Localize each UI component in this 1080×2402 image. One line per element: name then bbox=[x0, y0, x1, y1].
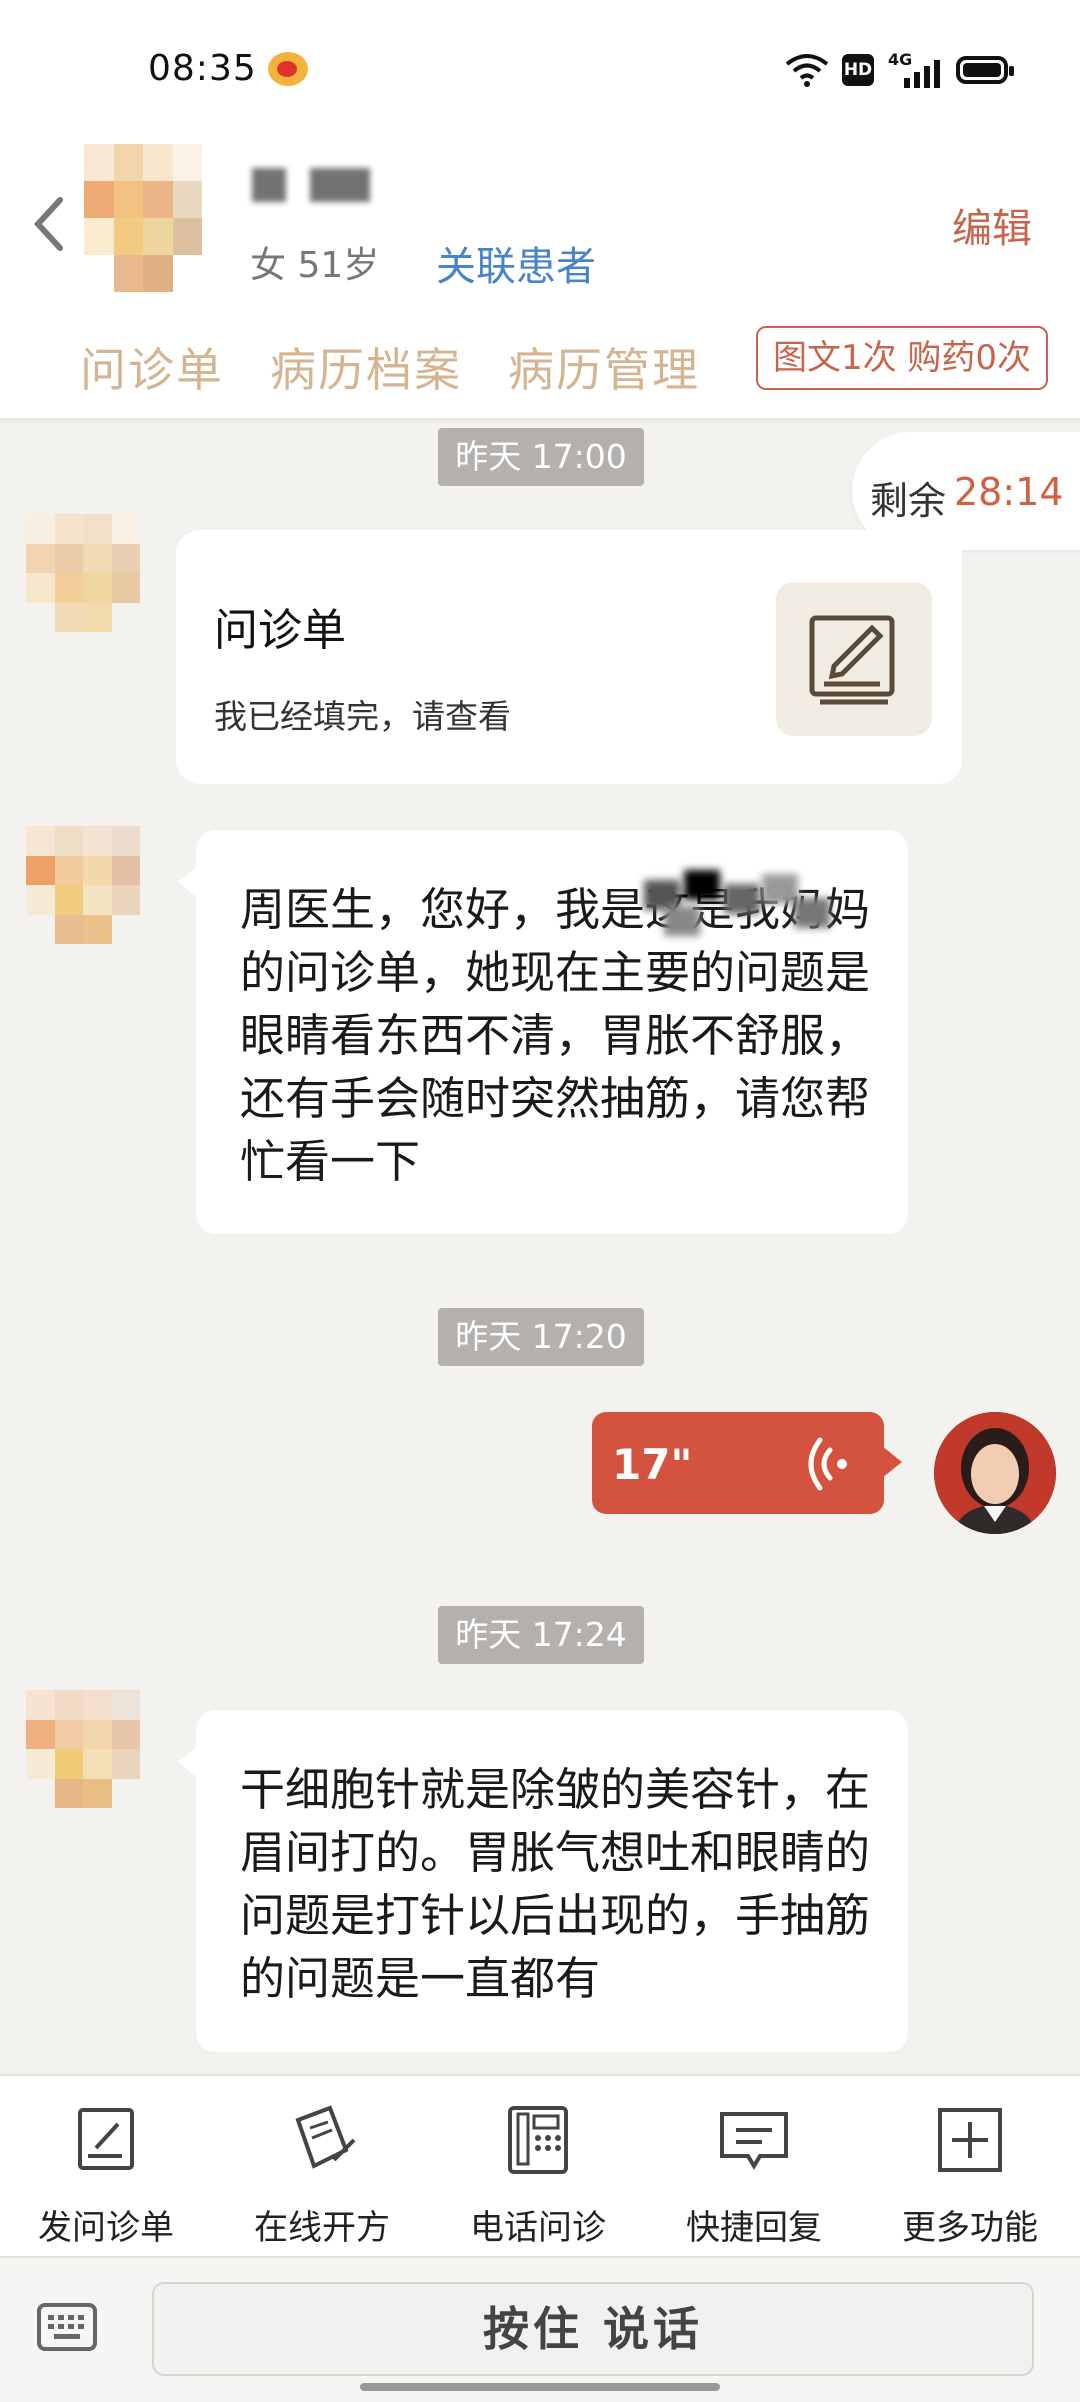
quick-reply-icon bbox=[720, 2112, 788, 2170]
tab-record-management[interactable]: 病历管理 bbox=[508, 334, 700, 400]
voice-duration: 17" bbox=[612, 1440, 693, 1489]
status-time: 08:35 bbox=[148, 48, 257, 89]
toolbar-label: 电话问诊 bbox=[470, 2208, 606, 2248]
tab-consult-form[interactable]: 问诊单 bbox=[80, 334, 224, 400]
timestamp: 昨天 17:00 bbox=[438, 428, 644, 486]
toolbar-label: 快捷回复 bbox=[686, 2208, 822, 2248]
form-edit-icon bbox=[776, 582, 932, 736]
timestamp: 昨天 17:20 bbox=[438, 1308, 644, 1366]
send-form-button[interactable]: 发问诊单 bbox=[16, 2100, 196, 2249]
form-icon bbox=[78, 2108, 134, 2170]
hd-icon: HD bbox=[842, 54, 874, 86]
tab-medical-records[interactable]: 病历档案 bbox=[270, 334, 462, 400]
battery-icon bbox=[956, 56, 1014, 84]
toolbar-label: 在线开方 bbox=[254, 2208, 390, 2248]
keyboard-icon[interactable] bbox=[36, 2302, 98, 2352]
message-bubble[interactable]: 干细胞针就是除皱的美容针，在眉间打的。胃胀气想吐和眼睛的问题是打针以后出现的，手… bbox=[178, 1710, 908, 2052]
voice-message-bubble[interactable]: 17" bbox=[592, 1412, 902, 1514]
remaining-time: 28:14 bbox=[954, 470, 1064, 514]
plus-icon bbox=[938, 2108, 1002, 2172]
phone-consult-button[interactable]: 电话问诊 bbox=[448, 2100, 628, 2249]
message-text: 干细胞针就是除皱的美容针，在眉间打的。胃胀气想吐和眼睛的问题是打针以后出现的，手… bbox=[240, 1763, 871, 2005]
push-to-talk-button[interactable]: 按住 说话 bbox=[152, 2282, 1034, 2376]
header-divider bbox=[0, 418, 1080, 424]
form-card-subtitle: 我已经填完，请查看 bbox=[214, 697, 511, 736]
remaining-label: 剩余 bbox=[870, 479, 947, 523]
service-stats-badge[interactable]: 图文1次 购药0次 bbox=[756, 326, 1048, 390]
form-card-title: 问诊单 bbox=[214, 605, 346, 656]
home-indicator[interactable] bbox=[360, 2383, 720, 2391]
voice-wave-icon bbox=[808, 1437, 847, 1491]
online-prescription-button[interactable]: 在线开方 bbox=[232, 2100, 412, 2249]
message-bubble[interactable]: 周医生，您好，我是这是我妈妈的问诊单，她现在主要的问题是眼睛看东西不清，胃胀不舒… bbox=[178, 830, 908, 1234]
patient-name-redacted bbox=[252, 168, 372, 202]
patient-avatar[interactable] bbox=[84, 144, 202, 292]
doctor-avatar[interactable] bbox=[934, 1412, 1056, 1534]
toolbar-label: 发问诊单 bbox=[38, 2208, 174, 2248]
quick-reply-button[interactable]: 快捷回复 bbox=[664, 2100, 844, 2249]
more-functions-button[interactable]: 更多功能 bbox=[880, 2100, 1060, 2249]
weibo-icon bbox=[268, 52, 308, 86]
timestamp: 昨天 17:24 bbox=[438, 1606, 644, 1664]
signal-icon bbox=[904, 60, 940, 88]
phone-icon bbox=[508, 2106, 568, 2174]
patient-chat-avatar[interactable] bbox=[26, 826, 140, 944]
patient-chat-avatar[interactable] bbox=[26, 514, 140, 632]
redacted-name-mosaic bbox=[644, 870, 844, 942]
toolbar-label: 更多功能 bbox=[902, 2208, 1038, 2248]
patient-gender-age: 女 51岁 bbox=[250, 245, 380, 286]
prescription-icon bbox=[295, 2105, 356, 2169]
back-arrow-icon[interactable] bbox=[30, 192, 70, 256]
edit-button[interactable]: 编辑 bbox=[952, 196, 1032, 254]
patient-chat-avatar[interactable] bbox=[26, 1690, 140, 1808]
wifi-icon bbox=[785, 54, 829, 87]
link-patient-button[interactable]: 关联患者 bbox=[436, 234, 596, 292]
